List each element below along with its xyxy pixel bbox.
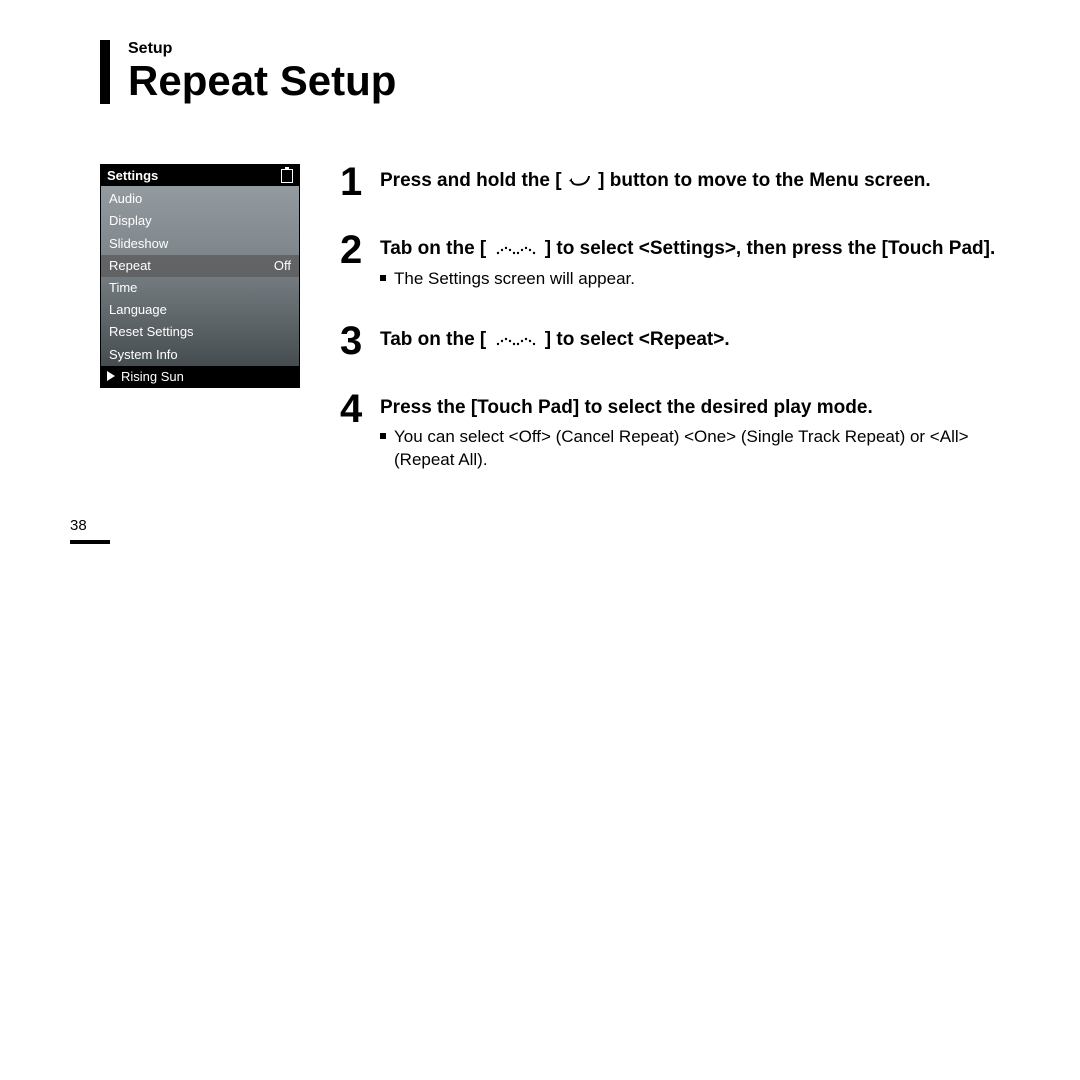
- device-menu-list: Audio Display Slideshow Repeat Off Time: [101, 186, 299, 366]
- device-menu-item: Display: [101, 210, 299, 232]
- device-header: Settings: [101, 165, 299, 186]
- scroll-dots-icon: [494, 334, 538, 346]
- step-2: 2 Tab on the [ ] to select <Settings>, t…: [340, 232, 1010, 291]
- now-playing-label: Rising Sun: [121, 369, 184, 384]
- device-screenshot: Settings Audio Display Slideshow Repeat: [100, 164, 300, 388]
- step-1: 1 Press and hold the [ ] button to move …: [340, 164, 1010, 200]
- page-title: Repeat Setup: [128, 58, 1010, 104]
- device-menu-item-selected: Repeat Off: [101, 255, 299, 277]
- step-4: 4 Press the [Touch Pad] to select the de…: [340, 391, 1010, 473]
- step-number: 1: [340, 164, 368, 200]
- step-number: 2: [340, 232, 368, 268]
- step-sub: The Settings screen will appear.: [380, 268, 995, 291]
- scroll-dots-icon: [494, 243, 538, 255]
- device-menu-item: Audio: [101, 188, 299, 210]
- device-menu-item: Time: [101, 277, 299, 299]
- device-menu-item: System Info: [101, 344, 299, 366]
- return-arrow-icon: [569, 174, 591, 188]
- device-menu-item: Language: [101, 299, 299, 321]
- device-menu-item: Slideshow: [101, 233, 299, 255]
- device-footer: Rising Sun: [101, 366, 299, 387]
- step-number: 3: [340, 323, 368, 359]
- title-block: Setup Repeat Setup: [100, 40, 1010, 104]
- bullet-icon: [380, 433, 386, 439]
- step-title: Tab on the [ ] to select <Repeat>.: [380, 327, 730, 353]
- page-number: 38: [70, 517, 87, 534]
- section-label: Setup: [128, 40, 1010, 58]
- step-sub: You can select <Off> (Cancel Repeat) <On…: [380, 426, 1010, 472]
- step-number: 4: [340, 391, 368, 427]
- step-title: Press the [Touch Pad] to select the desi…: [380, 395, 1010, 421]
- device-menu-item: Reset Settings: [101, 321, 299, 343]
- steps-list: 1 Press and hold the [ ] button to move …: [340, 164, 1010, 504]
- step-title: Press and hold the [ ] button to move to…: [380, 168, 931, 194]
- step-3: 3 Tab on the [ ] to select <Repeat>.: [340, 323, 1010, 359]
- footer-rule: [70, 540, 110, 544]
- bullet-icon: [380, 275, 386, 281]
- battery-icon: [281, 169, 293, 183]
- device-header-title: Settings: [107, 168, 158, 183]
- play-icon: [107, 371, 115, 381]
- step-title: Tab on the [ ] to select <Settings>, the…: [380, 236, 995, 262]
